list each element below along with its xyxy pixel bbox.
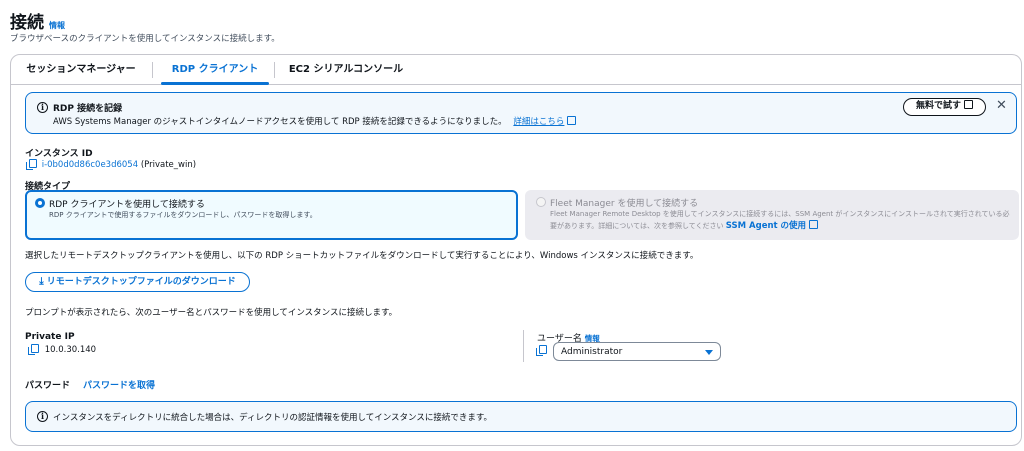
close-icon[interactable]: ✕ (996, 98, 1007, 113)
ssm-agent-link[interactable]: SSM Agent の使用 (726, 220, 819, 231)
private-ip-label: Private IP (25, 332, 75, 342)
username-select[interactable]: Administrator (553, 342, 721, 361)
instance-id-label: インスタンス ID (25, 149, 93, 159)
private-ip-row: 10.0.30.140 (28, 344, 97, 355)
copy-icon[interactable] (28, 344, 39, 355)
instance-id-link[interactable]: i-0b0d0d86c0e3d6054 (42, 160, 138, 170)
tab-divider (152, 62, 153, 78)
alert-text: インスタンスをディレクトリに統合した場合は、ディレクトリの認証情報を使用してイン… (53, 413, 493, 423)
prompt-text: プロンプトが表示されたら、次のユーザー名とパスワードを使用してインスタンスに接続… (25, 308, 398, 318)
private-ip-value: 10.0.30.140 (44, 345, 97, 355)
username-value: Administrator (561, 347, 623, 357)
learn-more-link[interactable]: 詳細はこちら (513, 116, 577, 127)
directory-info-alert: i インスタンスをディレクトリに統合した場合は、ディレクトリの認証情報を使用して… (25, 401, 1017, 432)
page-title: 接続 情報 (10, 13, 65, 33)
radio-selected[interactable] (35, 198, 45, 208)
instance-name: (Private_win) (140, 160, 197, 170)
option-description: Fleet Manager Remote Desktop を使用してインスタンス… (550, 210, 1010, 231)
rdp-recording-alert: i RDP 接続を記録 AWS Systems Manager のジャストインタ… (25, 92, 1017, 134)
option-rdp-client[interactable]: RDP クライアントを使用して接続する RDP クライアントで使用するファイルを… (25, 190, 518, 240)
alert-title: RDP 接続を記録 (53, 104, 123, 114)
info-icon: i (37, 102, 48, 113)
copy-icon[interactable] (26, 159, 37, 170)
active-tab-indicator (161, 82, 269, 85)
radio-disabled (536, 197, 546, 207)
option-fleet-manager: Fleet Manager を使用して接続する Fleet Manager Re… (525, 190, 1019, 240)
tab-divider (274, 62, 275, 78)
select-client-text: 選択したリモートデスクトップクライアントを使用し、以下の RDP ショートカット… (25, 251, 699, 261)
password-label: パスワード (25, 381, 71, 391)
tab-list: セッションマネージャー RDP クライアント EC2 シリアルコンソール (11, 55, 1021, 85)
tab-session-manager[interactable]: セッションマネージャー (15, 55, 147, 85)
download-icon: ⤓ (39, 276, 44, 287)
external-link-icon (567, 116, 577, 125)
page-subtitle: ブラウザベースのクライアントを使用してインスタンスに接続します。 (10, 34, 280, 44)
download-rdp-file-button[interactable]: ⤓ リモートデスクトップファイルのダウンロード (25, 272, 250, 292)
alert-body: AWS Systems Manager のジャストインタイムノードアクセスを使用… (53, 115, 577, 127)
caret-down-icon (705, 350, 713, 355)
info-link[interactable]: 情報 (49, 21, 65, 30)
column-divider (523, 330, 524, 362)
external-link-icon (964, 100, 973, 109)
instance-id-row: i-0b0d0d86c0e3d6054 (Private_win) (26, 159, 197, 170)
tab-rdp-client[interactable]: RDP クライアント (161, 55, 269, 85)
get-password-link[interactable]: パスワードを取得 (83, 378, 155, 391)
try-free-button[interactable]: 無料で試す (903, 98, 986, 116)
info-icon: i (37, 411, 48, 422)
tab-ec2-serial-console[interactable]: EC2 シリアルコンソール (281, 55, 411, 85)
option-description: RDP クライアントで使用するファイルをダウンロードし、パスワードを取得します。 (49, 211, 317, 219)
external-link-icon (809, 220, 819, 229)
copy-icon[interactable] (536, 343, 547, 356)
